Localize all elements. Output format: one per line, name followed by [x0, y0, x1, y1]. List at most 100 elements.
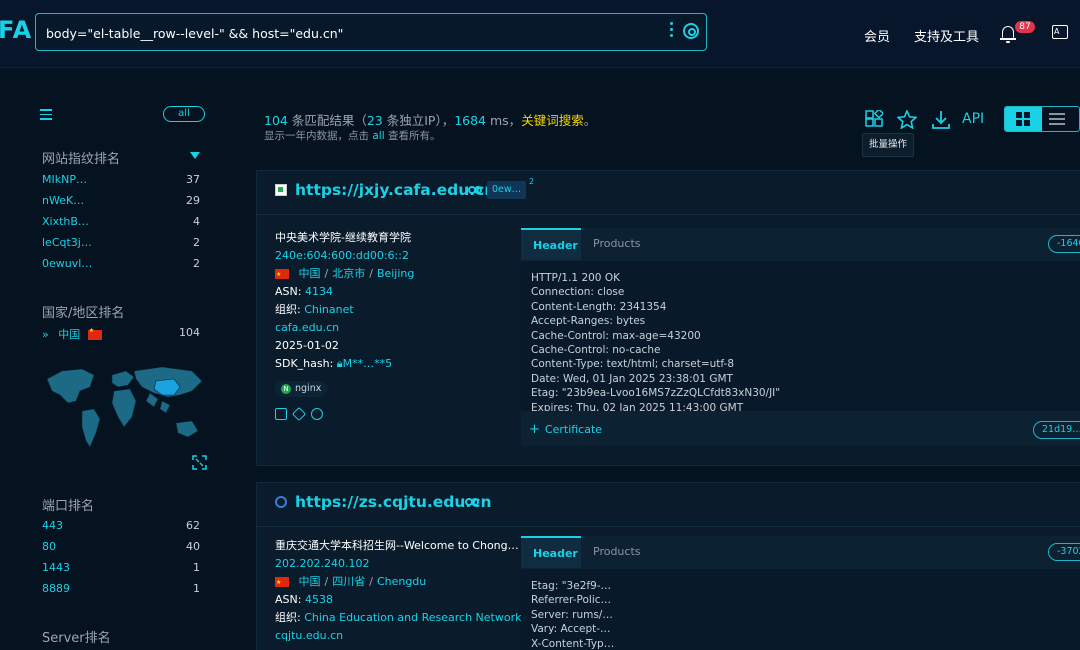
header-panel: Header Products -3702 Etag: "3e2f9-… Ref… [521, 536, 1080, 650]
port-row[interactable]: 8889 1 [42, 582, 200, 598]
china-flag-icon [275, 266, 289, 284]
batch-operation-icon[interactable] [865, 110, 883, 128]
favicon-icon [275, 496, 287, 508]
cert-hash-pill[interactable]: 21d19… [1033, 421, 1080, 439]
tab-header[interactable]: Header [521, 536, 581, 568]
fingerprint-rank-title: 网站指纹排名 [42, 152, 121, 167]
batch-operation-tooltip: 批量操作 [862, 133, 914, 157]
result-subsummary: 显示一年内数据，点击 all 查看所有。 [264, 130, 441, 142]
sdk-hash-label: SDK_hash: [275, 357, 334, 370]
chevron-right-icon: » [42, 328, 49, 341]
view-toggle[interactable] [1004, 106, 1080, 132]
link-icon[interactable] [465, 498, 479, 506]
asn-label: ASN: [275, 593, 302, 606]
port-pill[interactable]: -1640 [1048, 235, 1080, 253]
funnel-icon[interactable] [190, 152, 200, 159]
expand-icon[interactable] [192, 455, 207, 470]
logo[interactable]: FA [0, 16, 32, 44]
sdk-hash-value[interactable]: M**…**5 [343, 357, 393, 370]
result-org[interactable]: Chinanet [304, 303, 353, 316]
result-province[interactable]: 北京市 [332, 267, 365, 280]
code-icon[interactable] [275, 408, 287, 420]
tag-count: 2 [529, 177, 535, 186]
fingerprint-row[interactable]: MIkNP… 37 [42, 173, 200, 189]
result-ip[interactable]: 240e:604:600:dd00:6::2 [275, 247, 414, 265]
server-chip[interactable]: Nnginx [275, 381, 328, 397]
plus-icon: + [529, 422, 540, 437]
tab-products[interactable]: Products [581, 228, 653, 260]
top-bar: FA 会员 支持及工具 87 A [0, 0, 1080, 68]
result-domain[interactable]: cafa.edu.cn [275, 319, 414, 337]
nav-tools-link[interactable]: 支持及工具 [914, 26, 979, 45]
result-asn[interactable]: 4538 [305, 593, 333, 606]
search-mode-icon[interactable] [683, 23, 699, 39]
result-city[interactable]: Beijing [377, 267, 414, 280]
grid-view-icon[interactable] [1005, 107, 1042, 131]
download-icon[interactable] [931, 110, 951, 130]
world-map[interactable] [42, 361, 207, 456]
filter-settings-icon[interactable] [40, 109, 52, 121]
asn-label: ASN: [275, 285, 302, 298]
fingerprint-tag[interactable]: 0ew… [487, 181, 527, 199]
favicon-icon [275, 184, 287, 196]
result-summary: 104 条匹配结果（23 条独立IP），1684 ms，关键词搜索。 [264, 113, 597, 128]
tab-products[interactable]: Products [581, 536, 653, 568]
search-input[interactable] [46, 22, 646, 44]
result-city[interactable]: Chengdu [377, 575, 426, 588]
result-info: 中央美术学院-继续教育学院 240e:604:600:dd00:6::2 中国/… [275, 229, 414, 423]
sidebar: all 网站指纹排名 MIkNP… 37 nWeK… 29 XixthB… 4 leC… [0, 69, 230, 650]
result-country[interactable]: 中国 [299, 575, 321, 588]
result-province[interactable]: 四川省 [332, 575, 365, 588]
result-card: https://jxjy.cafa.edu.cn 0ew… 2 中央美术学院-继… [256, 170, 1080, 466]
org-label: 组织: [275, 611, 301, 624]
result-ip[interactable]: 202.202.240.102 [275, 555, 532, 573]
port-pill[interactable]: -3702 [1048, 543, 1080, 561]
http-header-content: Etag: "3e2f9-… Referrer-Polic… Server: r… [521, 569, 1080, 650]
bell-icon[interactable] [1000, 26, 1016, 43]
result-card: https://zs.cqjtu.edu.cn 重庆交通大学本科招生网--Wel… [256, 482, 1080, 650]
china-flag-icon [87, 327, 102, 340]
keyword-search-link[interactable]: 关键词搜索 [521, 113, 584, 128]
port-row[interactable]: 80 40 [42, 540, 200, 556]
result-info: 重庆交通大学本科招生网--Welcome to Chong… 202.202.2… [275, 537, 532, 645]
result-country[interactable]: 中国 [299, 267, 321, 280]
fingerprint-row[interactable]: 0ewuvl… 2 [42, 257, 200, 273]
result-title: 重庆交通大学本科招生网--Welcome to Chong… [275, 539, 519, 552]
all-toggle[interactable]: all [163, 106, 205, 122]
tab-header[interactable]: Header [521, 228, 581, 260]
show-all-link[interactable]: all [372, 130, 384, 142]
result-card-header: https://zs.cqjtu.edu.cn [257, 483, 1080, 527]
translate-icon[interactable]: A [1052, 25, 1068, 39]
certificate-expander[interactable]: + Certificate [529, 422, 602, 437]
server-rank-title: Server排名 [42, 631, 111, 646]
result-asn[interactable]: 4134 [305, 285, 333, 298]
port-rank-title: 端口排名 [42, 499, 95, 514]
refresh-icon[interactable] [311, 408, 323, 420]
port-row[interactable]: 443 62 [42, 519, 200, 535]
result-domain[interactable]: cqjtu.edu.cn [275, 627, 532, 645]
api-button[interactable]: API [962, 111, 984, 127]
fingerprint-row[interactable]: XixthB… 4 [42, 215, 200, 231]
fingerprint-row[interactable]: leCqt3j… 2 [42, 236, 200, 252]
result-org[interactable]: China Education and Research Network… [304, 611, 532, 624]
cube-icon[interactable] [291, 406, 307, 422]
result-url-link[interactable]: https://zs.cqjtu.edu.cn [295, 493, 492, 511]
china-flag-icon [275, 574, 289, 592]
result-date: 2025-01-02 [275, 339, 339, 352]
result-url-link[interactable]: https://jxjy.cafa.edu.cn [295, 181, 495, 199]
nav-member-link[interactable]: 会员 [864, 26, 890, 45]
country-label: 中国 [58, 328, 81, 341]
http-header-content: HTTP/1.1 200 OK Connection: close Conten… [521, 261, 1080, 411]
fingerprint-row[interactable]: nWeK… 29 [42, 194, 200, 210]
port-row[interactable]: 1443 1 [42, 561, 200, 577]
country-count: 104 [179, 326, 200, 339]
country-row[interactable]: » 中国 104 [42, 326, 200, 342]
more-options-icon[interactable] [670, 22, 674, 40]
list-view-icon[interactable] [1049, 113, 1065, 128]
header-panel: Header Products -1640 HTTP/1.1 200 OK Co… [521, 228, 1080, 446]
result-card-header: https://jxjy.cafa.edu.cn 0ew… 2 [257, 171, 1080, 215]
search-box[interactable] [35, 13, 707, 51]
country-rank-title: 国家/地区排名 [42, 306, 125, 321]
link-icon[interactable] [468, 186, 482, 194]
star-icon[interactable] [897, 110, 917, 129]
